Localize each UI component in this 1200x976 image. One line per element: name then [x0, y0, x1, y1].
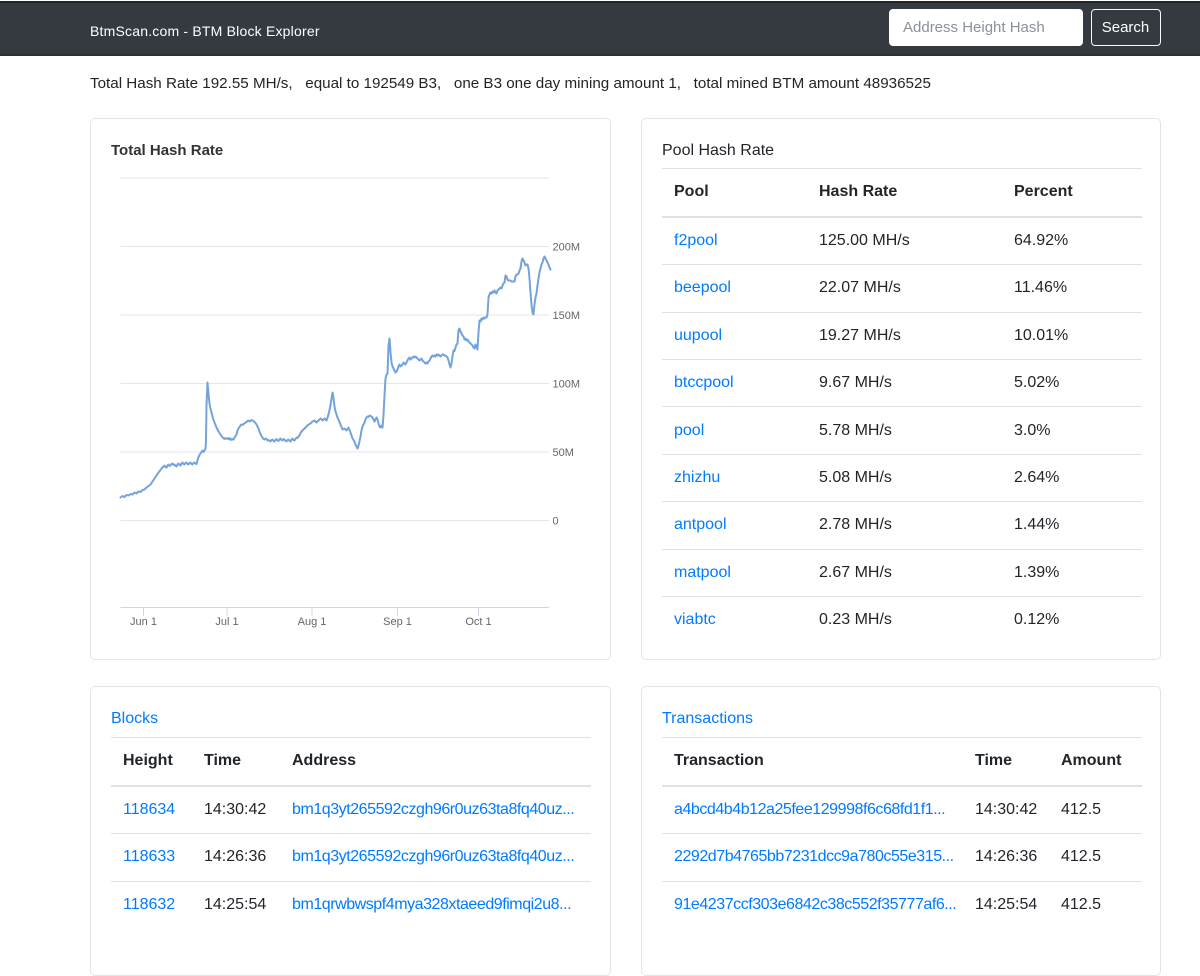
svg-text:Aug 1: Aug 1 [298, 616, 327, 628]
svg-text:Jun 1: Jun 1 [130, 616, 157, 628]
svg-text:Sep 1: Sep 1 [383, 616, 412, 628]
svg-text:150M: 150M [553, 310, 581, 322]
svg-text:100M: 100M [553, 379, 581, 391]
svg-text:Oct 1: Oct 1 [465, 616, 491, 628]
svg-text:Jul 1: Jul 1 [215, 616, 238, 628]
svg-text:50M: 50M [553, 447, 574, 459]
svg-text:0: 0 [553, 516, 559, 528]
svg-text:200M: 200M [553, 242, 581, 254]
